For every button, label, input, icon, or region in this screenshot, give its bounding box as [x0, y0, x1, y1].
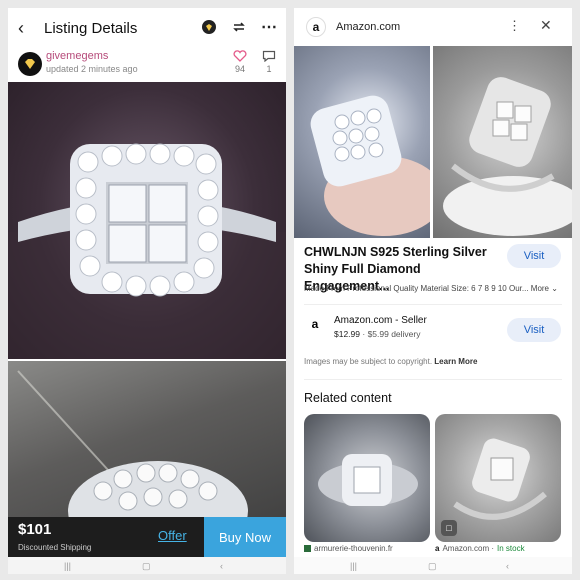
- listing-price: $101: [18, 521, 52, 538]
- result-header: a Amazon.com ⋮ ✕: [294, 8, 572, 46]
- related-source-1[interactable]: armurerie-thouvenin.fr: [304, 544, 393, 553]
- comment-icon: [262, 50, 276, 63]
- comment-count: 1: [266, 64, 272, 74]
- close-icon[interactable]: ✕: [540, 17, 552, 34]
- seller-visit-button[interactable]: Visit: [507, 318, 561, 342]
- site-favicon-icon: [304, 545, 311, 552]
- product-image-2[interactable]: [433, 46, 572, 238]
- system-nav-bar: ||| ▢ ‹: [294, 557, 572, 574]
- learn-more-link[interactable]: Learn More: [434, 357, 477, 366]
- related-source-name: armurerie-thouvenin.fr: [314, 544, 393, 553]
- seller-row: givemegems updated 2 minutes ago 94 1: [8, 48, 286, 86]
- badge-icon[interactable]: [200, 18, 218, 36]
- image-badge-icon: □: [441, 520, 457, 536]
- seller-price: $12.99: [334, 329, 360, 339]
- divider: [304, 304, 562, 305]
- like-count: 94: [234, 64, 245, 74]
- stock-status: In stock: [497, 544, 525, 553]
- recents-nav-icon[interactable]: |||: [64, 561, 71, 571]
- related-heading: Related content: [304, 391, 392, 405]
- site-name[interactable]: Amazon.com: [336, 21, 400, 33]
- seller-name[interactable]: Amazon.com - Seller: [334, 315, 427, 326]
- seller-name[interactable]: givemegems: [46, 50, 108, 62]
- updated-time: updated 2 minutes ago: [46, 64, 138, 74]
- product-description: Made From Professional Quality Material …: [304, 284, 562, 293]
- purchase-bar: $101 Discounted Shipping Offer Buy Now: [8, 517, 286, 557]
- comment-stat[interactable]: 1: [258, 50, 280, 74]
- divider: [304, 379, 562, 380]
- related-source-name: Amazon.com ·: [442, 544, 495, 553]
- copyright-note: Images may be subject to copyright. Lear…: [304, 357, 477, 366]
- material-text: Made From Professional Quality Material …: [304, 284, 529, 293]
- lens-result-screen: a Amazon.com ⋮ ✕ CHWLNJN S925 Sterling S…: [294, 8, 572, 574]
- listing-screen: ‹ Listing Details ⋯ givemegems updated 2…: [8, 8, 286, 574]
- back-nav-icon[interactable]: ‹: [220, 561, 223, 571]
- amazon-logo-icon: a: [306, 17, 326, 37]
- product-image-1[interactable]: [294, 46, 430, 238]
- chevron-down-icon[interactable]: ⌄: [551, 284, 558, 293]
- more-icon[interactable]: ⋯: [260, 18, 278, 36]
- related-card-2[interactable]: □: [435, 414, 561, 542]
- related-card-1[interactable]: [304, 414, 430, 542]
- buy-now-button[interactable]: Buy Now: [204, 517, 286, 557]
- related-source-2[interactable]: a Amazon.com · In stock: [435, 544, 525, 553]
- avatar[interactable]: [18, 52, 42, 76]
- page-title: Listing Details: [44, 20, 138, 37]
- home-nav-icon[interactable]: ▢: [428, 561, 437, 572]
- listing-photo-main[interactable]: [8, 82, 286, 359]
- amazon-logo-icon: a: [435, 544, 440, 553]
- heart-icon: [233, 50, 247, 62]
- listing-header: ‹ Listing Details ⋯: [8, 8, 286, 48]
- like-stat[interactable]: 94: [229, 50, 251, 74]
- offer-link[interactable]: Offer: [158, 528, 187, 543]
- amazon-logo-icon: a: [311, 317, 319, 331]
- shipping-label: Discounted Shipping: [18, 543, 92, 552]
- back-nav-icon[interactable]: ‹: [506, 561, 509, 571]
- copyright-text: Images may be subject to copyright.: [304, 357, 433, 366]
- repost-icon[interactable]: [230, 18, 248, 36]
- system-nav-bar: ||| ▢ ‹: [8, 557, 286, 574]
- seller-price-line: $12.99 · $5.99 delivery: [334, 329, 421, 339]
- home-nav-icon[interactable]: ▢: [142, 561, 151, 572]
- delivery-cost: · $5.99 delivery: [362, 329, 421, 339]
- more-link[interactable]: More: [531, 284, 549, 293]
- recents-nav-icon[interactable]: |||: [350, 561, 357, 571]
- more-icon[interactable]: ⋮: [508, 18, 521, 34]
- back-arrow-icon[interactable]: ‹: [18, 18, 24, 39]
- visit-button[interactable]: Visit: [507, 244, 561, 268]
